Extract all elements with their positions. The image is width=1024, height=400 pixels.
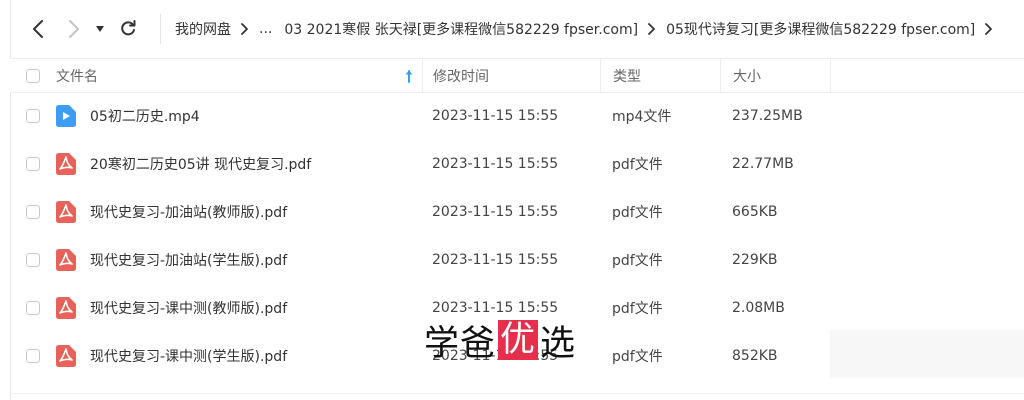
breadcrumb-course-folder[interactable]: 03 2021寒假 张天禄[更多课程微信582229 fpser.com] xyxy=(284,19,638,39)
file-type: pdf文件 xyxy=(612,157,663,173)
sort-ascending-icon[interactable] xyxy=(404,69,414,83)
breadcrumb-more-icon[interactable] xyxy=(985,23,993,35)
file-size: 2.08MB xyxy=(732,300,785,316)
refresh-icon xyxy=(121,20,136,36)
breadcrumb-ellipsis[interactable]: ... xyxy=(259,21,272,37)
column-name-label: 文件名 xyxy=(56,68,98,85)
file-name[interactable]: 现代史复习-加油站(学生版).pdf xyxy=(90,236,287,284)
file-row[interactable]: 05初二历史.mp4 2023-11-15 15:55 mp4文件 237.25… xyxy=(10,92,1024,140)
file-name[interactable]: 现代史复习-课中测(学生版).pdf xyxy=(90,332,287,380)
file-modified: 2023-11-15 15:55 xyxy=(432,156,559,172)
file-type: pdf文件 xyxy=(612,301,663,317)
row-checkbox[interactable] xyxy=(26,253,40,267)
file-row[interactable]: 现代史复习-加油站(学生版).pdf 2023-11-15 15:55 pdf文… xyxy=(10,236,1024,284)
watermark-text-end: 选 xyxy=(540,323,577,364)
pdf-file-icon xyxy=(56,249,76,271)
file-name[interactable]: 20寒初二历史05讲 现代史复习.pdf xyxy=(90,140,311,188)
breadcrumb: 我的网盘 ... 03 2021寒假 张天禄[更多课程微信582229 fpse… xyxy=(160,14,1003,44)
file-type: mp4文件 xyxy=(612,109,672,125)
column-name[interactable]: 文件名 xyxy=(26,59,420,92)
file-modified: 2023-11-15 15:55 xyxy=(432,204,559,220)
column-type-label: 类型 xyxy=(613,68,641,85)
file-size: 665KB xyxy=(732,204,778,220)
file-list-header: 文件名 修改时间 类型 大小 xyxy=(10,58,1024,93)
file-type: pdf文件 xyxy=(612,253,663,269)
pdf-file-icon xyxy=(56,345,76,367)
file-size: 229KB xyxy=(732,252,778,268)
column-size[interactable]: 大小 xyxy=(720,59,830,92)
watermark-text-start: 学爸 xyxy=(424,323,497,364)
row-checkbox[interactable] xyxy=(26,205,40,219)
watermark-logo: 学爸 优 选 xyxy=(424,318,576,364)
breadcrumb-current-folder[interactable]: 05现代诗复习[更多课程微信582229 fpser.com] xyxy=(666,19,975,39)
pdf-file-icon xyxy=(56,153,76,175)
file-row[interactable]: 20寒初二历史05讲 现代史复习.pdf 2023-11-15 15:55 pd… xyxy=(10,140,1024,188)
file-size: 237.25MB xyxy=(732,108,803,124)
row-checkbox[interactable] xyxy=(26,157,40,171)
chevron-right-icon xyxy=(69,20,79,38)
breadcrumb-separator-icon xyxy=(648,23,656,35)
history-dropdown-button[interactable] xyxy=(90,13,110,45)
column-size-label: 大小 xyxy=(733,68,761,85)
watermark-text-accent: 优 xyxy=(498,320,539,360)
column-modified[interactable]: 修改时间 xyxy=(422,59,600,92)
refresh-button[interactable] xyxy=(112,13,144,45)
file-name[interactable]: 现代史复习-加油站(教师版).pdf xyxy=(90,188,287,236)
forward-button[interactable] xyxy=(58,13,90,45)
row-checkbox[interactable] xyxy=(26,301,40,315)
caret-down-icon xyxy=(96,26,104,32)
back-button[interactable] xyxy=(22,13,54,45)
chevron-left-icon xyxy=(33,20,43,38)
list-bottom-border xyxy=(10,393,1024,394)
navigation-toolbar: 我的网盘 ... 03 2021寒假 张天禄[更多课程微信582229 fpse… xyxy=(10,0,1024,58)
breadcrumb-root[interactable]: 我的网盘 xyxy=(175,19,231,39)
breadcrumb-separator-icon xyxy=(241,23,249,35)
video-file-icon xyxy=(56,105,76,127)
file-type: pdf文件 xyxy=(612,349,663,365)
file-name[interactable]: 05初二历史.mp4 xyxy=(90,92,200,140)
file-size: 22.77MB xyxy=(732,156,794,172)
row-checkbox[interactable] xyxy=(26,349,40,363)
file-modified: 2023-11-15 15:55 xyxy=(432,252,559,268)
row-checkbox[interactable] xyxy=(26,109,40,123)
pdf-file-icon xyxy=(56,297,76,319)
column-modified-label: 修改时间 xyxy=(433,68,489,85)
column-spacer xyxy=(830,59,1024,92)
column-type[interactable]: 类型 xyxy=(600,59,720,92)
pdf-file-icon xyxy=(56,201,76,223)
select-all-checkbox[interactable] xyxy=(26,68,40,83)
file-type: pdf文件 xyxy=(612,205,663,221)
row-hover-area xyxy=(830,330,1024,378)
file-modified: 2023-11-15 15:55 xyxy=(432,108,559,124)
file-row[interactable]: 现代史复习-加油站(教师版).pdf 2023-11-15 15:55 pdf文… xyxy=(10,188,1024,236)
file-size: 852KB xyxy=(732,348,778,364)
file-name[interactable]: 现代史复习-课中测(教师版).pdf xyxy=(90,284,287,332)
